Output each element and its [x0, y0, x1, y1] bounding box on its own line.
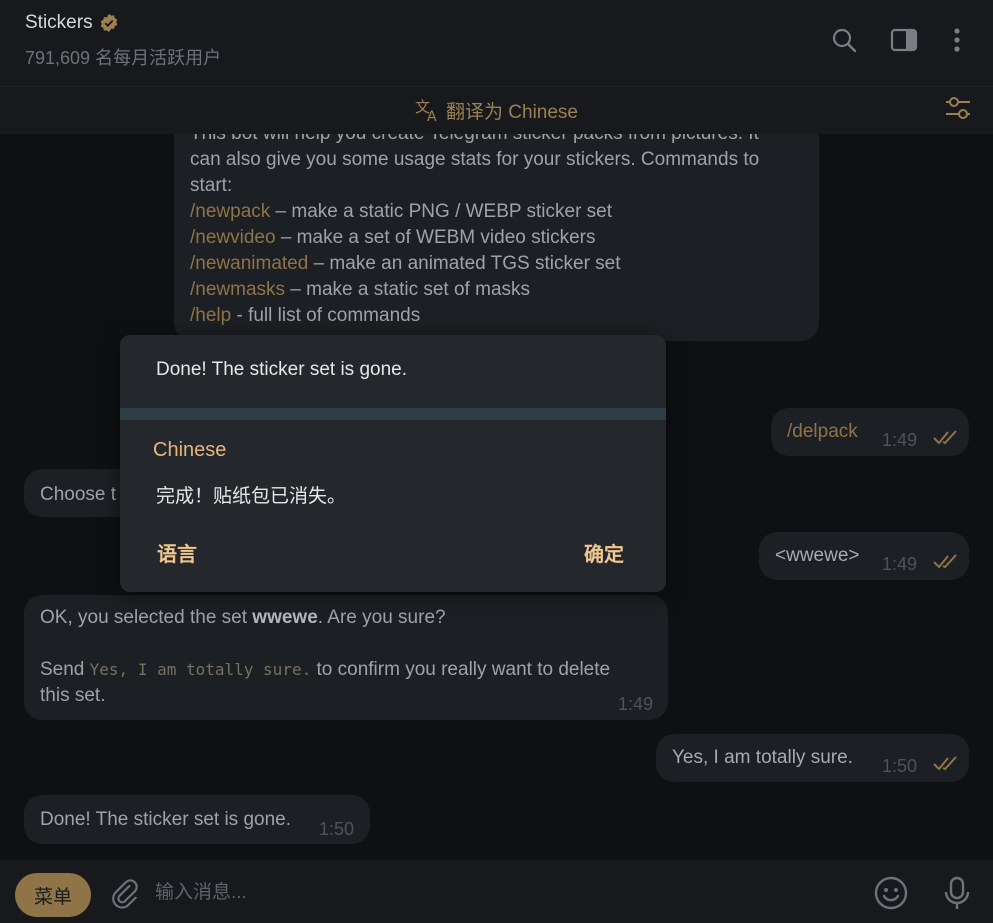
set-name: wwewe	[252, 607, 318, 628]
command-line: /newpack – make a static PNG / WEBP stic…	[190, 201, 613, 222]
read-ticks-icon	[933, 430, 957, 445]
member-count: 791,609 名每月活跃用户	[25, 48, 222, 68]
message-time: 1:49	[618, 694, 654, 714]
microphone-icon[interactable]	[939, 875, 975, 911]
original-text: Done! The sticker set is gone.	[156, 359, 407, 380]
message-line: start:	[190, 175, 233, 196]
translate-link[interactable]: 文 A 翻译为 Chinese	[414, 96, 578, 124]
command-link[interactable]: /newmasks	[190, 279, 285, 300]
language-button[interactable]: 语言	[157, 538, 197, 567]
translate-bar: 文 A 翻译为 Chinese	[0, 86, 993, 134]
translated-text: 完成！贴纸包已消失。	[156, 486, 347, 507]
command-link[interactable]: /help	[190, 305, 231, 326]
command-line: /newvideo – make a set of WEBM video sti…	[190, 227, 596, 248]
message-line: OK, you selected the set wwewe. Are you …	[40, 607, 446, 628]
chat-name: Stickers	[25, 12, 93, 33]
emoji-icon[interactable]	[873, 875, 909, 911]
message-out-delpack: /delpack 1:49	[771, 408, 969, 456]
sidebar-toggle-icon[interactable]	[890, 26, 918, 54]
svg-text:A: A	[427, 109, 437, 124]
translation-popup: Done! The sticker set is gone. Chinese 完…	[120, 335, 666, 592]
message-line: can also give you some usage stats for y…	[190, 149, 760, 170]
chat-header: Stickers 791,609 名每月活跃用户	[0, 0, 993, 86]
message-in-confirm: OK, you selected the set wwewe. Are you …	[24, 595, 668, 720]
bot-menu-button[interactable]: 菜单	[15, 873, 91, 917]
translate-icon: 文 A	[415, 98, 437, 124]
message-input-bar: 菜单	[0, 860, 993, 923]
message-out-wwewe: <wwewe> 1:49	[759, 532, 969, 580]
verified-icon	[100, 13, 117, 33]
message-text[interactable]: /delpack	[787, 419, 858, 445]
target-language-label: Chinese	[153, 439, 227, 461]
translate-label: 翻译为 Chinese	[446, 101, 578, 123]
message-text: Yes, I am totally sure.	[672, 747, 853, 768]
more-menu-icon[interactable]	[943, 26, 971, 54]
command-line: /help - full list of commands	[190, 305, 421, 326]
popup-divider	[120, 408, 666, 420]
attach-icon[interactable]	[106, 876, 142, 912]
search-icon[interactable]	[830, 26, 858, 54]
read-ticks-icon	[933, 756, 957, 771]
message-in-done: Done! The sticker set is gone. 1:50	[24, 795, 370, 844]
message-text: <wwewe>	[775, 545, 860, 566]
command-link[interactable]: /newvideo	[190, 227, 276, 248]
message-time: 1:49	[882, 554, 918, 574]
command-line: /newmasks – make a static set of masks	[190, 279, 531, 300]
chat-title[interactable]: Stickers	[25, 12, 119, 34]
message-time: 1:49	[882, 430, 918, 450]
message-bot-intro: This bot will help you create Telegram s…	[174, 134, 819, 341]
message-time: 1:50	[319, 819, 355, 839]
message-time: 1:50	[882, 756, 918, 776]
inline-code[interactable]: Yes, I am totally sure.	[90, 660, 312, 679]
ok-button[interactable]: 确定	[584, 538, 624, 567]
message-line: this set.	[40, 685, 106, 706]
read-ticks-icon	[933, 554, 957, 569]
command-link[interactable]: /newpack	[190, 201, 270, 222]
message-out-sure: Yes, I am totally sure. 1:50	[656, 734, 969, 782]
command-link[interactable]: /newanimated	[190, 253, 308, 274]
message-text: Done! The sticker set is gone.	[40, 809, 291, 830]
command-line: /newanimated – make an animated TGS stic…	[190, 253, 621, 274]
translate-settings-icon[interactable]	[944, 94, 972, 122]
message-text: Choose t	[40, 484, 117, 505]
message-line: Send Yes, I am totally sure. to confirm …	[40, 659, 611, 680]
message-input[interactable]	[155, 876, 835, 910]
